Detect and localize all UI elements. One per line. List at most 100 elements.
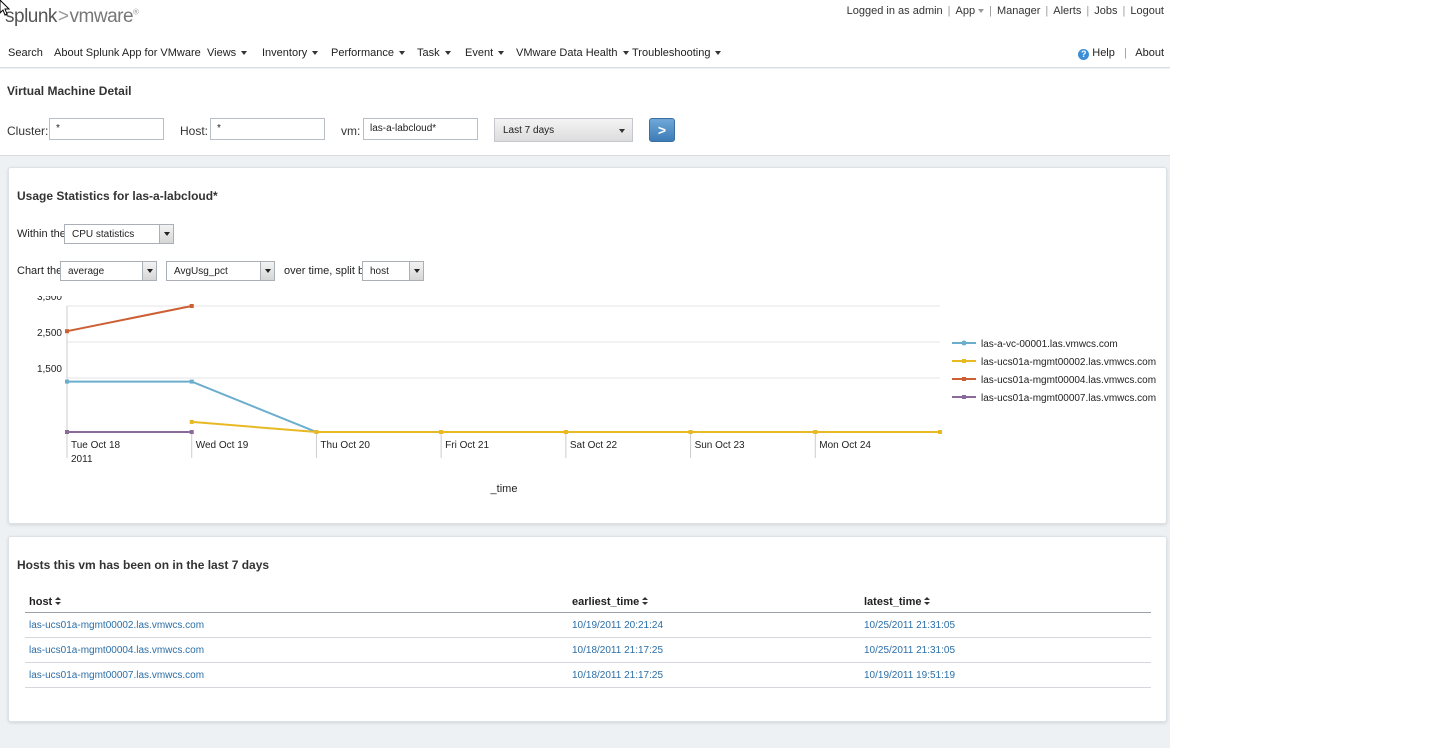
help-link[interactable]: ? Help	[1078, 47, 1115, 60]
search-go-button[interactable]: >	[649, 118, 675, 142]
app-window: splunk>vmware® Logged in as admin | App …	[0, 0, 1170, 748]
x-tick-label: Sat Oct 22	[570, 440, 618, 451]
data-point	[563, 430, 568, 434]
earliest-time-cell[interactable]: 10/18/2011 21:17:25	[568, 662, 860, 688]
cluster-input[interactable]: *	[49, 118, 164, 140]
nav-inventory[interactable]: Inventory	[262, 47, 319, 59]
x-tick-label: Tue Oct 18	[71, 440, 121, 451]
x-tick-label: Fri Oct 21	[445, 440, 489, 451]
legend-swatch-marker	[962, 395, 966, 399]
host-cell[interactable]: las-ucs01a-mgmt00007.las.vmwcs.com	[25, 662, 568, 688]
splunk-vmware-logo[interactable]: splunk>vmware®	[5, 6, 139, 28]
data-point	[938, 430, 942, 434]
host-cell[interactable]: las-ucs01a-mgmt00002.las.vmwcs.com	[25, 612, 568, 638]
latest-time-cell[interactable]: 10/25/2011 21:31:05	[860, 637, 1151, 663]
nav-task[interactable]: Task	[417, 47, 451, 59]
data-point	[189, 379, 194, 384]
nav-views[interactable]: Views	[207, 47, 248, 59]
nav-about-app[interactable]: About Splunk App for VMware	[54, 47, 201, 59]
column-header-host[interactable]: host	[25, 592, 568, 613]
y-tick-label: 1,500	[37, 364, 62, 375]
earliest-time-cell[interactable]: 10/19/2011 20:21:24	[568, 612, 860, 638]
column-label: host	[29, 596, 53, 608]
panel-title: Hosts this vm has been on in the last 7 …	[17, 558, 270, 572]
nav-search[interactable]: Search	[8, 47, 43, 59]
separator: |	[1123, 47, 1127, 59]
time-range-picker[interactable]: Last 7 days	[494, 118, 633, 142]
account-bar: Logged in as admin | App | Manager | Ale…	[847, 5, 1164, 17]
help-icon: ?	[1078, 49, 1090, 60]
split-by-select[interactable]: host	[362, 261, 424, 281]
x-axis-label: _time	[490, 483, 518, 495]
nav-troubleshooting[interactable]: Troubleshooting	[632, 47, 722, 59]
hosts-panel: Hosts this vm has been on in the last 7 …	[8, 536, 1167, 722]
jobs-link[interactable]: Jobs	[1094, 5, 1117, 17]
separator: |	[989, 5, 992, 17]
data-point	[65, 329, 69, 334]
table-row: las-ucs01a-mgmt00007.las.vmwcs.com 10/18…	[25, 662, 1151, 688]
logo-splunk-text: splunk	[5, 6, 57, 27]
chevron-down-icon	[241, 51, 248, 56]
host-cell[interactable]: las-ucs01a-mgmt00004.las.vmwcs.com	[25, 637, 568, 663]
legend-label: las-ucs01a-mgmt00004.las.vmwcs.com	[981, 375, 1156, 386]
data-point	[688, 430, 693, 434]
over-time-label: over time, split by	[284, 265, 370, 277]
latest-time-cell[interactable]: 10/25/2011 21:31:05	[860, 612, 1151, 638]
x-tick-label: Mon Oct 24	[819, 440, 871, 451]
field-select[interactable]: AvgUsg_pct	[166, 261, 275, 281]
separator: |	[1045, 5, 1049, 17]
panel-title: Usage Statistics for las-a-labcloud*	[17, 189, 218, 203]
aggregation-select[interactable]: average	[60, 261, 157, 281]
hosts-table: host earliest_time latest_time las-ucs01…	[25, 592, 1151, 688]
cluster-label: Cluster:	[7, 124, 49, 138]
about-link[interactable]: About	[1135, 47, 1164, 59]
chevron-down-icon	[159, 225, 173, 243]
nav-item-label: Troubleshooting	[632, 47, 711, 59]
nav-data-health[interactable]: VMware Data Health	[516, 47, 629, 59]
host-label: Host:	[180, 124, 209, 138]
search-form: Virtual Machine Detail Cluster: * Host: …	[0, 69, 1170, 156]
legend-swatch-marker	[962, 377, 966, 381]
alerts-link[interactable]: Alerts	[1053, 5, 1081, 17]
x-tick-label: Sun Oct 23	[695, 440, 745, 451]
main-nav: Search About Splunk App for VMware Views…	[0, 44, 1170, 64]
earliest-time-cell[interactable]: 10/18/2011 21:17:25	[568, 637, 860, 663]
host-input[interactable]: *	[210, 118, 325, 140]
nav-performance[interactable]: Performance	[331, 47, 405, 59]
mouse-pointer-icon	[0, 0, 10, 16]
series-line	[66, 305, 192, 333]
sort-icon	[924, 597, 931, 606]
stat-group-select[interactable]: CPU statistics	[64, 224, 174, 244]
logo-registered-mark: ®	[133, 7, 139, 17]
nav-right: ? Help | About	[1078, 47, 1164, 60]
app-menu[interactable]: App	[956, 5, 985, 17]
column-label: latest_time	[864, 596, 922, 608]
logout-link[interactable]: Logout	[1130, 5, 1164, 17]
table-row: las-ucs01a-mgmt00002.las.vmwcs.com 10/19…	[25, 612, 1151, 638]
select-value: AvgUsg_pct	[174, 266, 228, 277]
table-header-row: host earliest_time latest_time	[25, 592, 1151, 613]
nav-event[interactable]: Event	[465, 47, 505, 59]
sort-icon	[55, 597, 62, 606]
column-header-earliest-time[interactable]: earliest_time	[568, 592, 860, 613]
separator: |	[1086, 5, 1090, 17]
logo-vmware-text: vmware	[69, 6, 134, 27]
legend-label: las-a-vc-00001.las.vmwcs.com	[981, 339, 1118, 350]
latest-time-cell[interactable]: 10/19/2011 19:51:19	[860, 662, 1151, 688]
nav-item-label: Inventory	[262, 47, 308, 59]
chevron-down-icon	[142, 262, 156, 280]
vm-label: vm:	[341, 124, 361, 138]
chevron-down-icon	[260, 262, 274, 280]
chevron-down-icon	[312, 51, 319, 56]
nav-item-label: About Splunk App for VMware	[54, 47, 201, 59]
chevron-down-icon	[398, 51, 405, 56]
data-point	[189, 304, 194, 308]
nav-item-label: Views	[207, 47, 237, 59]
usage-statistics-panel: Usage Statistics for las-a-labcloud* Wit…	[8, 167, 1167, 524]
column-header-latest-time[interactable]: latest_time	[860, 592, 1151, 613]
manager-link[interactable]: Manager	[997, 5, 1040, 17]
nav-item-label: VMware Data Health	[516, 47, 618, 59]
vm-input[interactable]: las-a-labcloud*	[363, 118, 478, 140]
chart-label: Chart the	[17, 265, 63, 277]
x-year-label: 2011	[71, 454, 93, 465]
